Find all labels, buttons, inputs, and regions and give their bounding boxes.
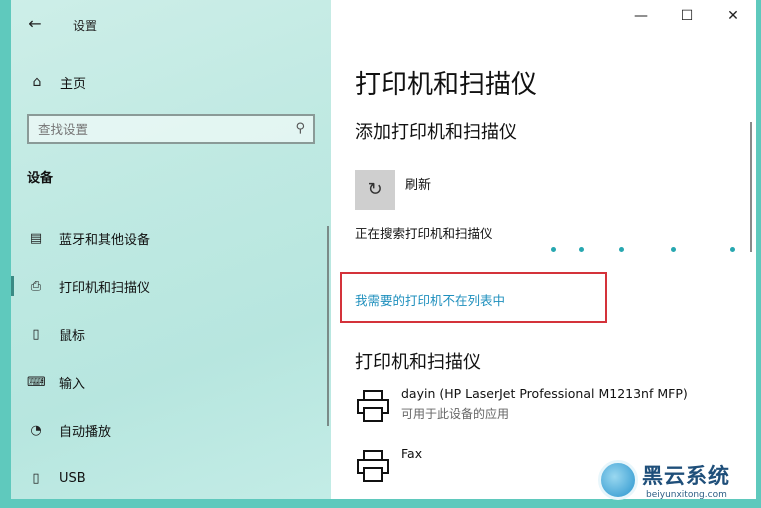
printers-section-title: 打印机和扫描仪 <box>355 352 481 373</box>
keyboard-icon: ⌨ <box>27 374 46 390</box>
sidebar-nav: ▤ 蓝牙和其他设备 ⎙ 打印机和扫描仪 ▯ 鼠标 ⌨ 输入 ◔ 自动播放 ▯ U… <box>11 214 331 499</box>
watermark-url: beiyunxitong.com <box>646 490 727 500</box>
progress-dot <box>671 247 676 252</box>
mouse-icon: ▯ <box>32 326 40 342</box>
sidebar-item-label: USB <box>59 470 86 486</box>
sidebar-item-label: 打印机和扫描仪 <box>59 280 151 296</box>
search-box[interactable]: ⚲ <box>27 114 315 144</box>
sidebar-home[interactable]: ⌂ 主页 <box>27 72 86 92</box>
content-scrollbar[interactable] <box>750 122 752 252</box>
searching-status: 正在搜索打印机和扫描仪 <box>355 226 493 241</box>
refresh-label[interactable]: 刷新 <box>405 174 431 193</box>
sidebar-item-bluetooth[interactable]: ▤ 蓝牙和其他设备 <box>11 214 331 262</box>
sidebar-section-title: 设备 <box>27 171 54 186</box>
sidebar-item-autoplay[interactable]: ◔ 自动播放 <box>11 406 331 454</box>
watermark-logo <box>598 460 638 500</box>
fax-printer-icon <box>357 450 389 482</box>
page-title: 打印机和扫描仪 <box>355 70 538 100</box>
sidebar-scrollbar[interactable] <box>327 226 329 426</box>
window-controls: — ☐ ✕ <box>618 0 756 32</box>
minimize-button[interactable]: — <box>618 0 664 32</box>
printer-icon: ⎙ <box>30 278 42 294</box>
close-button[interactable]: ✕ <box>710 0 756 32</box>
sidebar-item-label: 自动播放 <box>59 424 112 440</box>
progress-dot <box>730 247 735 252</box>
progress-dot <box>579 247 584 252</box>
sidebar-item-label: 蓝牙和其他设备 <box>59 232 151 248</box>
search-icon[interactable]: ⚲ <box>295 121 305 136</box>
add-section-title: 添加打印机和扫描仪 <box>355 122 517 143</box>
maximize-button[interactable]: ☐ <box>664 0 710 32</box>
sidebar-item-label: 输入 <box>59 376 86 392</box>
autoplay-icon: ◔ <box>30 422 42 438</box>
printer-description: 可用于此设备的应用 <box>401 407 510 421</box>
sidebar-home-label: 主页 <box>60 76 87 92</box>
usb-icon: ▯ <box>32 470 40 486</box>
watermark: 黑云系统 beiyunxitong.com <box>598 460 758 506</box>
printer-name: Fax <box>401 446 423 461</box>
printer-icon <box>357 390 389 422</box>
sidebar-item-mouse[interactable]: ▯ 鼠标 <box>11 310 331 358</box>
sidebar: ← 设置 ⌂ 主页 ⚲ 设备 ▤ 蓝牙和其他设备 ⎙ 打印机和扫描仪 ▯ 鼠标 <box>11 0 331 499</box>
main-content: — ☐ ✕ 打印机和扫描仪 添加打印机和扫描仪 ↻ 刷新 正在搜索打印机和扫描仪… <box>331 0 756 499</box>
progress-dot <box>619 247 624 252</box>
sidebar-item-typing[interactable]: ⌨ 输入 <box>11 358 331 406</box>
bluetooth-devices-icon: ▤ <box>29 230 43 246</box>
watermark-brand: 黑云系统 <box>642 464 730 488</box>
refresh-icon: ↻ <box>367 179 383 200</box>
printer-not-listed-link[interactable]: 我需要的打印机不在列表中 <box>355 290 505 309</box>
back-arrow-icon[interactable]: ← <box>25 14 45 34</box>
home-icon: ⌂ <box>32 74 42 90</box>
window-title: 设置 <box>73 19 98 33</box>
sidebar-item-printers[interactable]: ⎙ 打印机和扫描仪 <box>11 262 331 310</box>
progress-dot <box>551 247 556 252</box>
settings-window: ← 设置 ⌂ 主页 ⚲ 设备 ▤ 蓝牙和其他设备 ⎙ 打印机和扫描仪 ▯ 鼠标 <box>11 0 756 499</box>
sidebar-item-usb[interactable]: ▯ USB <box>11 454 331 499</box>
search-input[interactable] <box>29 116 279 142</box>
sidebar-item-label: 鼠标 <box>59 328 86 344</box>
printer-name: dayin (HP LaserJet Professional M1213nf … <box>401 386 688 401</box>
refresh-button[interactable]: ↻ <box>355 170 395 210</box>
printer-item[interactable]: dayin (HP LaserJet Professional M1213nf … <box>355 386 735 430</box>
